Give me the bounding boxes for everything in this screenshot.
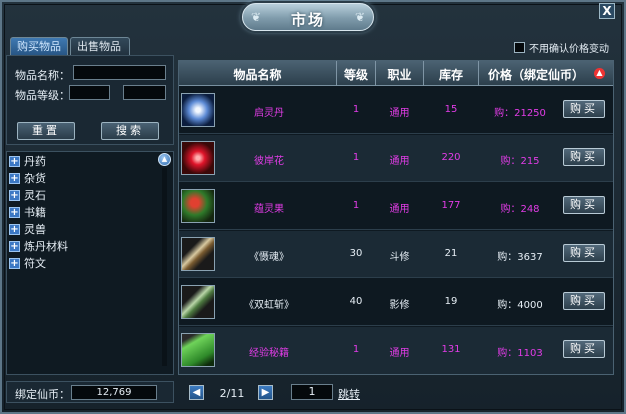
expand-plus-icon[interactable]: + xyxy=(9,257,20,269)
item-name: 彼岸花 xyxy=(254,156,284,167)
category-item[interactable]: + 符文 xyxy=(9,255,46,271)
item-job: 通用 xyxy=(389,204,410,215)
item-stock: 220 xyxy=(441,152,461,163)
item-name: 《慑魂》 xyxy=(249,252,289,263)
level-min-input[interactable] xyxy=(69,85,110,100)
tab-buy-items[interactable]: 购买物品 xyxy=(10,37,68,55)
item-level-label: 物品等级： xyxy=(15,89,70,102)
item-job: 通用 xyxy=(389,156,410,167)
table-header: 物品名称 等级 职业 库存 价格（绑定仙币） ▲ xyxy=(179,61,613,86)
expand-plus-icon[interactable]: + xyxy=(9,172,20,184)
item-price: 购：3637 xyxy=(497,252,543,263)
sort-arrow-icon[interactable]: ▲ xyxy=(594,68,605,79)
buy-button[interactable]: 购买 xyxy=(563,340,605,358)
no-confirm-label: 不用确认价格变动 xyxy=(529,44,609,55)
table-row: 彼岸花 1 通用 220 购：215 购买 xyxy=(179,135,613,182)
item-name: 启灵丹 xyxy=(254,108,284,119)
scroll-icon[interactable] xyxy=(181,285,215,319)
title-plate: ❦ 市场 ❦ xyxy=(242,3,374,31)
item-name-input[interactable] xyxy=(73,65,166,80)
prev-page-button[interactable]: ◀ xyxy=(189,385,204,400)
swirl-orb-icon[interactable] xyxy=(181,93,215,127)
expand-plus-icon[interactable]: + xyxy=(9,206,20,218)
expand-plus-icon[interactable]: + xyxy=(9,189,20,201)
table-row: 启灵丹 1 通用 15 购：21250 购买 xyxy=(179,87,613,134)
item-level: 1 xyxy=(352,104,360,115)
expand-plus-icon[interactable]: + xyxy=(9,155,20,167)
goto-page-input[interactable]: 1 xyxy=(291,384,333,400)
reset-button[interactable]: 重置 xyxy=(17,122,75,140)
item-job: 斗修 xyxy=(389,252,410,263)
item-stock: 21 xyxy=(444,248,458,259)
currency-panel: 绑定仙币： 12,769 xyxy=(6,381,174,403)
buy-button[interactable]: 购买 xyxy=(563,244,605,262)
table-row: 《双虹斩》 40 影修 19 购：4000 购买 xyxy=(179,279,613,326)
item-name: 经验秘籍 xyxy=(249,348,289,359)
table-row: 蕴灵果 1 通用 177 购：248 购买 xyxy=(179,183,613,230)
item-name-label: 物品名称： xyxy=(15,69,70,82)
header-level: 等级 xyxy=(343,68,368,82)
scrollbar-track[interactable] xyxy=(162,168,167,366)
item-stock: 177 xyxy=(441,200,461,211)
ornament-right-icon: ❦ xyxy=(354,10,365,24)
item-stock: 19 xyxy=(444,296,458,307)
item-level: 30 xyxy=(349,248,363,259)
category-item[interactable]: + 灵兽 xyxy=(9,221,46,237)
category-list: ▲ + 丹药 + 杂货 + 灵石 + 书籍 + 灵兽 + 炼丹材料 + 符文 xyxy=(6,151,174,375)
item-level: 1 xyxy=(352,200,360,211)
berry-branch-icon[interactable] xyxy=(181,189,215,223)
search-panel: 物品名称： 物品等级： 重置 搜索 xyxy=(6,55,174,145)
header-name: 物品名称 xyxy=(233,68,282,82)
category-item[interactable]: + 书籍 xyxy=(9,204,46,220)
search-button[interactable]: 搜索 xyxy=(101,122,159,140)
page-indicator: 2/11 xyxy=(219,387,245,400)
item-level: 1 xyxy=(352,152,360,163)
table-row: 《慑魂》 30 斗修 21 购：3637 购买 xyxy=(179,231,613,278)
category-item[interactable]: + 丹药 xyxy=(9,153,46,169)
item-job: 通用 xyxy=(389,348,410,359)
item-name: 《双虹斩》 xyxy=(244,300,294,311)
header-stock: 库存 xyxy=(438,68,463,82)
level-max-input[interactable] xyxy=(123,85,166,100)
item-table: 物品名称 等级 职业 库存 价格（绑定仙币） ▲ 启灵丹 1 通用 15 购：2… xyxy=(178,60,614,375)
buy-button[interactable]: 购买 xyxy=(563,196,605,214)
expand-plus-icon[interactable]: + xyxy=(9,223,20,235)
header-price[interactable]: 价格（绑定仙币） xyxy=(479,66,593,83)
header-job: 职业 xyxy=(387,68,412,82)
item-stock: 131 xyxy=(441,344,461,355)
buy-button[interactable]: 购买 xyxy=(563,148,605,166)
item-price: 购：1103 xyxy=(497,348,543,359)
buy-button[interactable]: 购买 xyxy=(563,292,605,310)
close-button[interactable]: X xyxy=(599,3,615,19)
scroll-up-icon[interactable]: ▲ xyxy=(158,153,171,166)
bound-currency-value: 12,769 xyxy=(71,385,157,400)
item-price: 购：215 xyxy=(500,156,540,167)
table-row: 经验秘籍 1 通用 131 购：1103 购买 xyxy=(179,327,613,374)
goto-page-link[interactable]: 跳转 xyxy=(338,386,360,402)
window-title: 市场 xyxy=(290,11,325,29)
item-job: 影修 xyxy=(389,300,410,311)
item-price: 购：4000 xyxy=(497,300,543,311)
item-job: 通用 xyxy=(389,108,410,119)
expand-plus-icon[interactable]: + xyxy=(9,240,20,252)
tab-sell-items[interactable]: 出售物品 xyxy=(70,37,130,55)
green-book-icon[interactable] xyxy=(181,333,215,367)
next-page-button[interactable]: ▶ xyxy=(258,385,273,400)
category-item[interactable]: + 炼丹材料 xyxy=(9,238,68,254)
item-price: 购：248 xyxy=(500,204,540,215)
item-level: 1 xyxy=(352,344,360,355)
category-item[interactable]: + 杂货 xyxy=(9,170,46,186)
buy-button[interactable]: 购买 xyxy=(563,100,605,118)
no-confirm-checkbox[interactable] xyxy=(514,42,525,53)
bound-currency-label: 绑定仙币： xyxy=(15,388,70,401)
item-name: 蕴灵果 xyxy=(254,204,284,215)
item-level: 40 xyxy=(349,296,363,307)
item-price: 购：21250 xyxy=(494,108,546,119)
scroll-icon[interactable] xyxy=(181,237,215,271)
red-flower-icon[interactable] xyxy=(181,141,215,175)
category-item[interactable]: + 灵石 xyxy=(9,187,46,203)
item-stock: 15 xyxy=(444,104,458,115)
